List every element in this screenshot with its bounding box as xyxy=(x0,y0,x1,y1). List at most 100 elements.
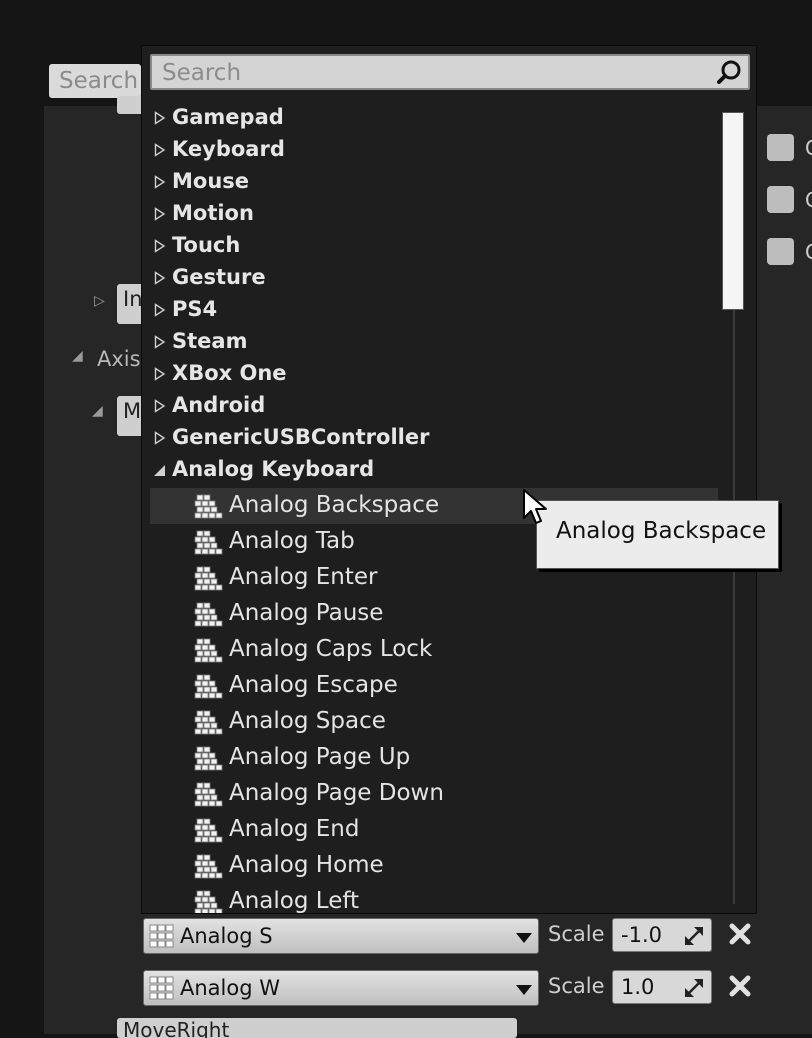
key-item[interactable]: Analog Page Down xyxy=(150,776,718,812)
category-touch[interactable]: Touch xyxy=(150,230,720,262)
analog-key-icon xyxy=(194,638,223,663)
details-search-placeholder: Search xyxy=(59,68,139,94)
analog-key-icon xyxy=(194,530,223,555)
selected-key-label: Analog S xyxy=(180,924,273,948)
analog-key-icon xyxy=(194,890,223,913)
expand-arrow-icon[interactable] xyxy=(154,367,166,381)
category-keyboard[interactable]: Keyboard xyxy=(150,134,720,166)
analog-key-icon xyxy=(194,710,223,735)
expand-arrow-icon[interactable] xyxy=(154,271,166,285)
tooltip: Analog Backspace xyxy=(536,500,779,569)
category-label: Gesture xyxy=(172,265,266,289)
key-item[interactable]: Analog Caps Lock xyxy=(150,632,718,668)
collapse-arrow-icon[interactable]: ◢ xyxy=(92,403,103,419)
axis-mapping-row: Analog S Scale -1.0 xyxy=(141,916,761,954)
analog-key-icon xyxy=(194,674,223,699)
drag-handle-icon[interactable] xyxy=(685,979,703,997)
category-xbox-one[interactable]: XBox One xyxy=(150,358,720,390)
axis-mappings-label: Axis xyxy=(97,347,141,371)
expand-arrow-icon[interactable] xyxy=(154,175,166,189)
key-item-label: Analog Home xyxy=(229,852,384,878)
key-item[interactable]: Analog Space xyxy=(150,704,718,740)
key-item[interactable]: Analog Pause xyxy=(150,596,718,632)
key-item[interactable]: Analog End xyxy=(150,812,718,848)
expand-arrow-icon[interactable] xyxy=(154,303,166,317)
key-item-label: Analog Backspace xyxy=(229,492,440,518)
scrollbar-thumb[interactable] xyxy=(722,112,744,310)
category-label: Steam xyxy=(172,329,248,353)
search-icon xyxy=(717,60,741,84)
key-item-label: Analog Page Up xyxy=(229,744,411,770)
key-item[interactable]: Analog Escape xyxy=(150,668,718,704)
checkbox[interactable] xyxy=(767,238,794,265)
selected-key-label: Analog W xyxy=(180,976,280,1000)
category-gamepad[interactable]: Gamepad xyxy=(150,102,720,134)
key-item[interactable]: Analog Home xyxy=(150,848,718,884)
key-select-dropdown[interactable]: Analog W xyxy=(143,970,539,1006)
expand-arrow-icon[interactable]: ▷ xyxy=(94,293,105,309)
category-gesture[interactable]: Gesture xyxy=(150,262,720,294)
analog-key-icon xyxy=(194,782,223,807)
collapse-arrow-icon[interactable]: ◢ xyxy=(72,348,83,364)
checkbox[interactable] xyxy=(767,186,794,213)
key-item-label: Analog Escape xyxy=(229,672,398,698)
key-item-label: Analog Left xyxy=(229,888,360,914)
category-label: Mouse xyxy=(172,169,250,193)
category-label: Touch xyxy=(172,233,241,257)
checkbox-label: C xyxy=(805,136,812,160)
key-item[interactable]: Analog Page Up xyxy=(150,740,718,776)
drag-handle-icon[interactable] xyxy=(685,927,703,945)
chevron-down-icon xyxy=(516,985,532,995)
expand-arrow-icon[interactable] xyxy=(154,207,166,221)
expand-arrow-icon[interactable] xyxy=(154,335,166,349)
analog-key-icon xyxy=(194,854,223,879)
category-label: XBox One xyxy=(172,361,287,385)
category-label: Analog Keyboard xyxy=(172,457,375,481)
details-search-input[interactable]: Search xyxy=(49,64,141,98)
remove-mapping-icon[interactable] xyxy=(728,922,752,946)
mouse-cursor-icon xyxy=(523,489,547,524)
category-android[interactable]: Android xyxy=(150,390,720,422)
axis-mapping-row: Analog W Scale 1.0 xyxy=(141,968,761,1006)
expand-arrow-icon[interactable] xyxy=(154,143,166,157)
chevron-down-icon xyxy=(516,933,532,943)
analog-key-icon xyxy=(149,976,174,1000)
key-selector-popup: Search Gamepad Keyboard Mouse Motion Touch Ge… xyxy=(141,45,757,914)
expand-arrow-icon[interactable] xyxy=(154,239,166,253)
category-label: Gamepad xyxy=(172,105,284,129)
scale-label: Scale xyxy=(548,974,605,998)
scale-value: -1.0 xyxy=(621,923,662,947)
checkbox[interactable] xyxy=(767,134,794,161)
category-analog-keyboard[interactable]: Analog Keyboard xyxy=(150,454,720,486)
scale-input[interactable]: -1.0 xyxy=(612,918,712,952)
scale-label: Scale xyxy=(548,922,605,946)
expand-arrow-icon[interactable] xyxy=(154,431,166,445)
category-mouse[interactable]: Mouse xyxy=(150,166,720,198)
checkbox-label: C xyxy=(805,188,812,212)
key-search-input[interactable]: Search xyxy=(150,54,750,90)
key-item-label: Analog Tab xyxy=(229,528,355,554)
axis-mapping-name-field[interactable]: MoveRight xyxy=(117,1018,517,1038)
category-label: PS4 xyxy=(172,297,218,321)
key-item-label: Analog Space xyxy=(229,708,386,734)
analog-key-icon xyxy=(149,924,174,948)
category-ps4[interactable]: PS4 xyxy=(150,294,720,326)
category-label: Motion xyxy=(172,201,254,225)
key-item[interactable]: Analog Left xyxy=(150,884,718,914)
analog-key-icon xyxy=(194,602,223,627)
bg-input-stub-label: In xyxy=(123,287,143,311)
key-item-label: Analog End xyxy=(229,816,360,842)
category-steam[interactable]: Steam xyxy=(150,326,720,358)
remove-mapping-icon[interactable] xyxy=(728,974,752,998)
key-item-label: Analog Page Down xyxy=(229,780,444,806)
analog-key-icon xyxy=(194,566,223,591)
expand-arrow-icon[interactable] xyxy=(154,399,166,413)
category-genericusbcontroller[interactable]: GenericUSBController xyxy=(150,422,720,454)
key-item-label: Analog Caps Lock xyxy=(229,636,433,662)
expand-arrow-icon[interactable] xyxy=(154,111,166,125)
scale-input[interactable]: 1.0 xyxy=(612,970,712,1004)
category-motion[interactable]: Motion xyxy=(150,198,720,230)
collapse-arrow-icon[interactable] xyxy=(154,463,166,477)
checkbox-label: C xyxy=(805,240,812,264)
key-select-dropdown[interactable]: Analog S xyxy=(143,918,539,954)
